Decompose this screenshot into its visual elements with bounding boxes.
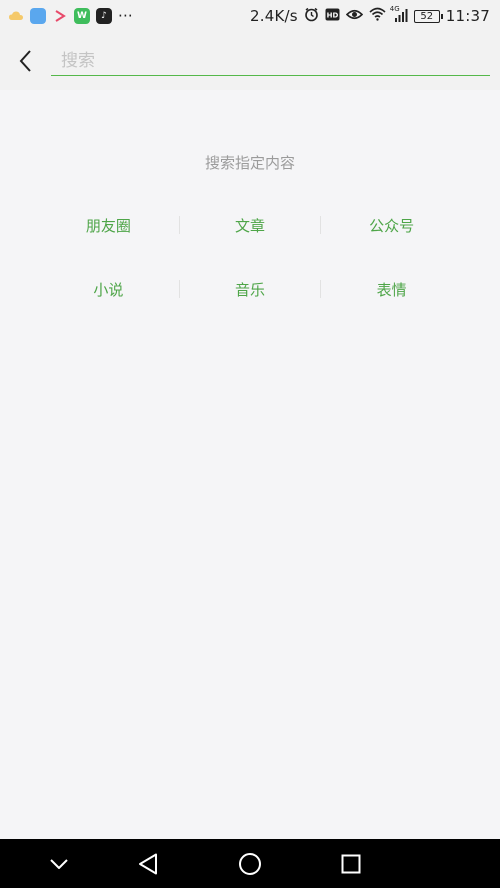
wifi-icon [369, 7, 386, 25]
back-triangle-icon [139, 853, 157, 874]
blue-app-icon [30, 8, 46, 24]
category-row: 朋友圈 文章 公众号 [38, 213, 462, 237]
network-speed: 2.4K/s [250, 7, 298, 25]
recents-square-icon [341, 854, 361, 873]
category-moments[interactable]: 朋友圈 [38, 215, 179, 236]
svg-text:HD: HD [326, 12, 338, 20]
search-header [0, 32, 500, 90]
eye-icon [345, 7, 363, 25]
cloud-icon [8, 8, 24, 24]
home-circle-icon [239, 852, 261, 875]
category-official-accounts[interactable]: 公众号 [321, 215, 462, 236]
back-nav-button[interactable] [118, 839, 178, 888]
category-stickers[interactable]: 表情 [321, 279, 462, 300]
hd-icon: HD [325, 7, 340, 25]
search-input[interactable] [51, 48, 490, 76]
notification-area: W ♪ ··· [8, 7, 133, 25]
recents-nav-button[interactable] [321, 839, 381, 888]
battery-level: 52 [420, 10, 434, 22]
arrow-app-icon [52, 8, 68, 24]
category-novels[interactable]: 小说 [38, 279, 179, 300]
wechat-work-icon: W [74, 8, 90, 24]
hide-nav-button[interactable] [29, 839, 89, 888]
chevron-down-icon [50, 858, 68, 869]
back-button[interactable] [12, 46, 38, 76]
status-bar: W ♪ ··· 2.4K/s HD 4G 52 11:37 [0, 0, 500, 32]
search-hint: 搜索指定内容 [204, 154, 295, 172]
more-notifications-indicator: ··· [118, 7, 133, 25]
navigation-bar [0, 839, 500, 888]
category-row: 小说 音乐 表情 [38, 277, 462, 301]
back-arrow-icon [19, 50, 31, 72]
tiktok-icon: ♪ [96, 8, 112, 24]
alarm-icon [304, 7, 319, 26]
network-type-label: 4G [389, 5, 400, 13]
signal-icon: 4G [390, 5, 408, 23]
battery-icon: 52 [413, 9, 443, 23]
category-music[interactable]: 音乐 [180, 279, 321, 300]
home-nav-button[interactable] [220, 839, 280, 888]
category-articles[interactable]: 文章 [180, 215, 321, 236]
status-icons: 2.4K/s HD 4G 52 11:37 [250, 5, 490, 26]
clock: 11:37 [445, 7, 490, 25]
